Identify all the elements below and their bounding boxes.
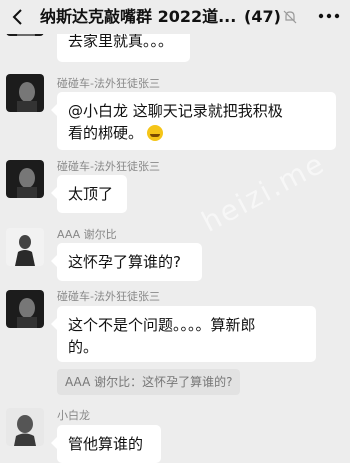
sender-name: 碰碰车-法外狂徒张三 — [57, 160, 160, 173]
sender-name: 小白龙 — [57, 409, 90, 422]
message-bubble[interactable]: 管他算谁的 — [51, 425, 161, 463]
bell-mute-icon — [283, 10, 297, 24]
avatar[interactable] — [6, 408, 44, 446]
avatar[interactable] — [6, 290, 44, 328]
message-bubble[interactable]: @小白龙 这聊天记录就把我积极 看的梆硬。 — [51, 92, 336, 150]
quoted-message[interactable]: AAA 谢尔比：这怀孕了算谁的? — [57, 369, 241, 395]
sender-name: AAA 谢尔比 — [57, 228, 117, 241]
chevron-left-icon[interactable] — [10, 8, 26, 26]
more-dots-icon[interactable] — [318, 12, 340, 20]
avatar[interactable] — [6, 74, 44, 112]
avatar[interactable] — [6, 160, 44, 198]
message-bubble[interactable]: 这怀孕了算谁的? — [51, 243, 202, 281]
avatar[interactable] — [6, 228, 44, 266]
message-bubble[interactable]: 太顶了 — [51, 175, 127, 213]
laughing-emoji-icon — [147, 125, 164, 141]
member-count: (47) — [244, 7, 281, 26]
chat-header: 纳斯达克敲嘴群 2022道... (47) — [0, 0, 350, 34]
sender-name: 碰碰车-法外狂徒张三 — [57, 290, 160, 303]
message-bubble[interactable]: 这个不是个问题。。。。算新郎 的。 — [51, 306, 316, 362]
chat-title: 纳斯达克敲嘴群 2022道... — [40, 7, 237, 26]
sender-name: 碰碰车-法外狂徒张三 — [57, 77, 160, 90]
watermark: heizi.me — [196, 146, 331, 239]
